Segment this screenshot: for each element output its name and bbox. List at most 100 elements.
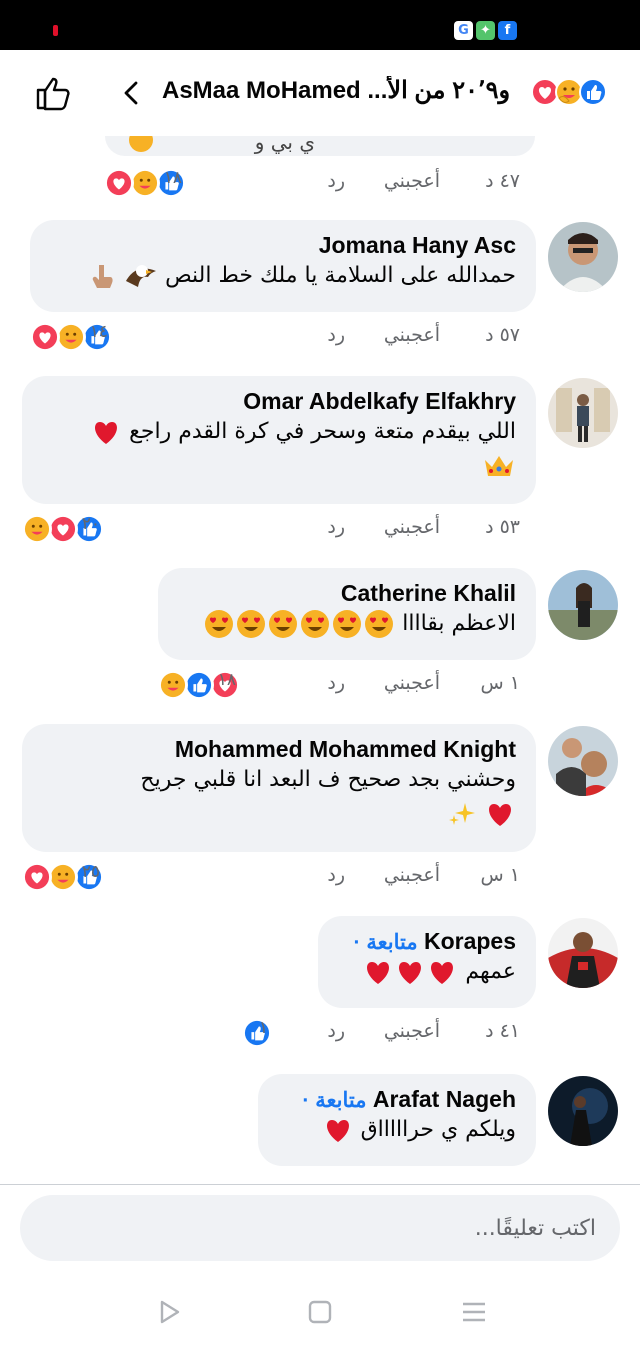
reply-link[interactable]: رد <box>327 324 345 346</box>
comment-text-partial: ي بي و <box>254 136 315 154</box>
care-reaction-icon <box>130 168 160 198</box>
comment-text-body: الاعظم بقاااا <box>402 611 516 636</box>
comment-time: ٤٧ د <box>485 170 520 192</box>
thumbs-up-icon[interactable] <box>34 75 74 111</box>
reply-link[interactable]: رد <box>327 864 345 886</box>
follow-link[interactable]: · متابعة <box>354 931 418 954</box>
avatar[interactable] <box>548 726 618 796</box>
comment-author-row: · متابعة Arafat Nageh <box>278 1086 516 1113</box>
like-reaction-icon <box>579 78 607 106</box>
maps-icon: ✦ <box>476 21 495 40</box>
reaction-summary[interactable]: ٢٥ <box>22 862 104 892</box>
reaction-summary[interactable]: ٢٠ <box>22 514 104 544</box>
reaction-count: ١ <box>258 1018 268 1038</box>
like-link[interactable]: أعجبني <box>384 1020 440 1042</box>
heart-emoji-icon <box>367 962 390 984</box>
avatar[interactable] <box>548 570 618 640</box>
comment-bubble[interactable]: Mohammed Mohammed Knight وحشني بجد صحيح … <box>22 724 536 852</box>
post-title[interactable]: AsMaa MoHamed ...و٢٠٬٩ من الأ <box>162 76 532 105</box>
comment-bubble[interactable]: Jomana Hany Asc حمدالله على السلامة يا م… <box>30 220 536 312</box>
comment-time: ٤١ د <box>485 1020 520 1042</box>
reaction-count: ١٤ <box>89 322 108 342</box>
comment-text-body: ويلكم ي حراااااق <box>360 1117 516 1142</box>
comment-author[interactable]: Jomana Hany Asc <box>50 232 516 259</box>
reaction-count: ٢٥ <box>81 862 100 882</box>
reply-link[interactable]: رد <box>327 170 345 192</box>
home-square-icon[interactable] <box>306 1298 334 1326</box>
chevron-left-icon[interactable] <box>118 78 146 108</box>
comment-meta: ٥٣ د أعجبني رد ٢٠ <box>22 514 520 546</box>
comment-input[interactable] <box>20 1195 620 1261</box>
comment-time: ٥٧ د <box>485 324 520 346</box>
like-link[interactable]: أعجبني <box>384 672 440 694</box>
comment-text-body: اللي بيقدم متعة وسحر في كرة القدم راجع <box>129 419 516 444</box>
comment-composer[interactable] <box>20 1195 620 1261</box>
reply-link[interactable]: رد <box>327 516 345 538</box>
reaction-count: ١٨ <box>163 168 182 188</box>
love-reaction-icon <box>30 322 60 352</box>
comment-author-row: · متابعة Korapes <box>338 928 516 955</box>
reaction-summary[interactable]: ١٤ <box>30 322 112 352</box>
like-link[interactable]: أعجبني <box>384 516 440 538</box>
heart-emoji-icon <box>431 962 454 984</box>
heart-eyes-emoji-icon <box>205 610 234 638</box>
status-app-icons: G ✦ f <box>454 21 517 40</box>
like-link[interactable]: أعجبني <box>384 864 440 886</box>
reply-link[interactable]: رد <box>327 1020 345 1042</box>
avatar[interactable] <box>548 918 618 988</box>
back-triangle-icon[interactable] <box>156 1298 184 1326</box>
comment-author[interactable]: Catherine Khalil <box>178 580 516 607</box>
care-reaction-icon <box>48 862 78 892</box>
reaction-summary[interactable]: ١ <box>242 1018 272 1048</box>
reply-link[interactable]: رد <box>327 672 345 694</box>
comments-feed[interactable]: ي بي و ٤٧ د أعجبني رد ١٨ Jomana Hany Asc… <box>0 136 640 1184</box>
reaction-summary[interactable]: ١٨ <box>104 168 186 198</box>
comment-bubble[interactable]: Omar Abdelkafy Elfakhry اللي بيقدم متعة … <box>22 376 536 504</box>
comment-bubble[interactable]: · متابعة Arafat Nageh ويلكم ي حراااااق <box>258 1074 536 1166</box>
comment-bubble[interactable]: · متابعة Korapes عمهم <box>318 916 536 1008</box>
care-reaction-icon <box>56 322 86 352</box>
comment-author[interactable]: Korapes <box>424 928 516 954</box>
comment-time: ١ س <box>480 864 520 886</box>
love-reaction-icon <box>48 514 78 544</box>
comment-text: حمدالله على السلامة يا ملك خط النص <box>50 259 516 293</box>
like-link[interactable]: أعجبني <box>384 324 440 346</box>
heart-eyes-emoji-icon <box>365 610 394 638</box>
comment-author[interactable]: Omar Abdelkafy Elfakhry <box>42 388 516 415</box>
header-reactions[interactable] <box>531 78 607 106</box>
comment-meta-partial: ٤٧ د أعجبني رد ١٨ <box>100 168 520 200</box>
google-icon: G <box>454 21 473 40</box>
avatar[interactable] <box>548 378 618 448</box>
reaction-summary[interactable]: ١٨ <box>158 670 240 700</box>
sparkles-emoji-icon <box>449 803 475 825</box>
recording-indicator <box>53 25 58 36</box>
comment-time: ١ س <box>480 672 520 694</box>
comment-bubble-partial[interactable]: ي بي و <box>105 136 535 156</box>
heart-eyes-emoji-icon <box>301 610 330 638</box>
heart-eyes-emoji-icon <box>333 610 362 638</box>
like-link[interactable]: أعجبني <box>384 170 440 192</box>
smile-emoji-icon <box>129 136 153 152</box>
heart-eyes-emoji-icon <box>269 610 298 638</box>
comment-meta: ١ س أعجبني رد ٢٥ <box>22 862 520 894</box>
comment-author[interactable]: Mohammed Mohammed Knight <box>42 736 516 763</box>
comment-author[interactable]: Arafat Nageh <box>373 1086 516 1112</box>
comment-meta: ٥٧ د أعجبني رد ١٤ <box>26 322 520 354</box>
menu-lines-icon[interactable] <box>460 1298 488 1326</box>
comment-bubble[interactable]: Catherine Khalil الاعظم بقاااا <box>158 568 536 660</box>
comment-text-body: وحشني بجد صحيح ف البعد انا قلبي جريح <box>140 767 516 792</box>
avatar[interactable] <box>548 222 618 292</box>
pointing-hand-emoji-icon <box>92 265 113 288</box>
composer-divider <box>0 1184 640 1185</box>
heart-emoji-icon <box>399 962 422 984</box>
system-nav-bar <box>0 1270 640 1350</box>
avatar[interactable] <box>548 1076 618 1146</box>
comment-meta: ١ س أعجبني رد ١٨ <box>156 670 520 702</box>
heart-eyes-emoji-group <box>203 610 395 638</box>
follow-link[interactable]: · متابعة <box>302 1089 366 1112</box>
eagle-emoji-icon <box>126 265 157 287</box>
comment-text: ويلكم ي حراااااق <box>278 1113 516 1147</box>
status-bar: G ✦ f <box>0 0 640 50</box>
reaction-count: ١٨ <box>217 670 236 690</box>
care-reaction-icon <box>22 514 52 544</box>
